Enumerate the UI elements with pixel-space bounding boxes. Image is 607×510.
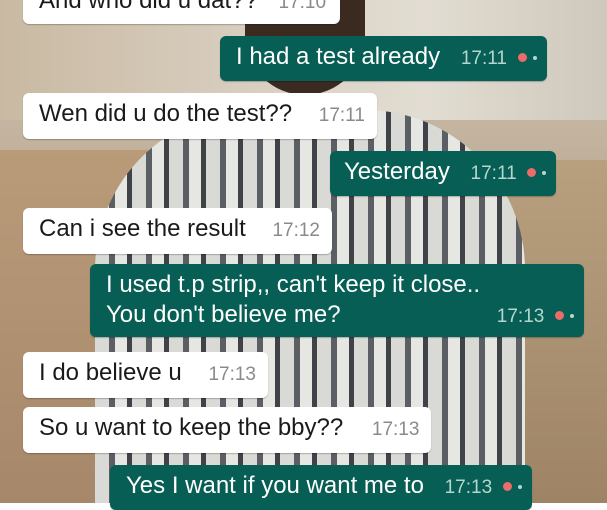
message-status-dot-icon xyxy=(517,484,522,489)
message-bubble-incoming[interactable]: And who did u dat?? 17:10 xyxy=(23,0,341,24)
message-text: Yesterday xyxy=(344,158,450,185)
message-time: 17:13 xyxy=(444,477,493,498)
message-time: 17:13 xyxy=(208,364,256,385)
message-bubble-outgoing[interactable]: I used t.p strip,, can't keep it close..… xyxy=(90,264,584,337)
message-status-icon xyxy=(502,482,512,492)
message-time: 17:11 xyxy=(460,48,507,69)
message-status-dot-icon xyxy=(570,313,574,318)
message-text: I do believe u xyxy=(39,359,182,386)
message-status-icon xyxy=(527,168,537,178)
message-text-line-1: I used t.p strip,, can't keep it close.. xyxy=(106,271,481,298)
message-status-dot-icon xyxy=(542,170,547,175)
message-bubble-outgoing[interactable]: I had a test already 17:11 xyxy=(220,36,547,81)
message-time: 17:13 xyxy=(496,306,545,327)
message-bubble-incoming[interactable]: Wen did u do the test?? 17:11 xyxy=(23,93,377,139)
message-bubble-outgoing[interactable]: Yes I want if you want me to 17:13 xyxy=(110,465,532,510)
message-text-line-2: You don't believe me? xyxy=(106,301,341,328)
message-time: 17:12 xyxy=(272,220,320,241)
message-text: Yes I want if you want me to xyxy=(126,472,424,499)
message-bubble-incoming[interactable]: So u want to keep the bby?? 17:13 xyxy=(23,407,432,453)
message-text: Can i see the result xyxy=(39,215,246,242)
message-time: 17:10 xyxy=(278,0,327,13)
message-text: So u want to keep the bby?? xyxy=(39,414,344,441)
message-bubble-incoming[interactable]: Can i see the result 17:12 xyxy=(23,208,332,254)
message-text: I had a test already xyxy=(236,43,441,70)
message-bubble-outgoing[interactable]: Yesterday 17:11 xyxy=(330,151,557,196)
message-text: Wen did u do the test?? xyxy=(39,100,293,127)
message-status-icon xyxy=(517,53,527,63)
message-text: And who did u dat?? xyxy=(39,0,258,14)
message-time: 17:11 xyxy=(470,163,517,184)
message-time: 17:11 xyxy=(318,105,365,126)
message-status-dot-icon xyxy=(532,55,537,60)
message-time: 17:13 xyxy=(371,419,420,440)
message-status-icon xyxy=(555,311,564,321)
message-bubble-incoming[interactable]: I do believe u 17:13 xyxy=(23,352,268,398)
